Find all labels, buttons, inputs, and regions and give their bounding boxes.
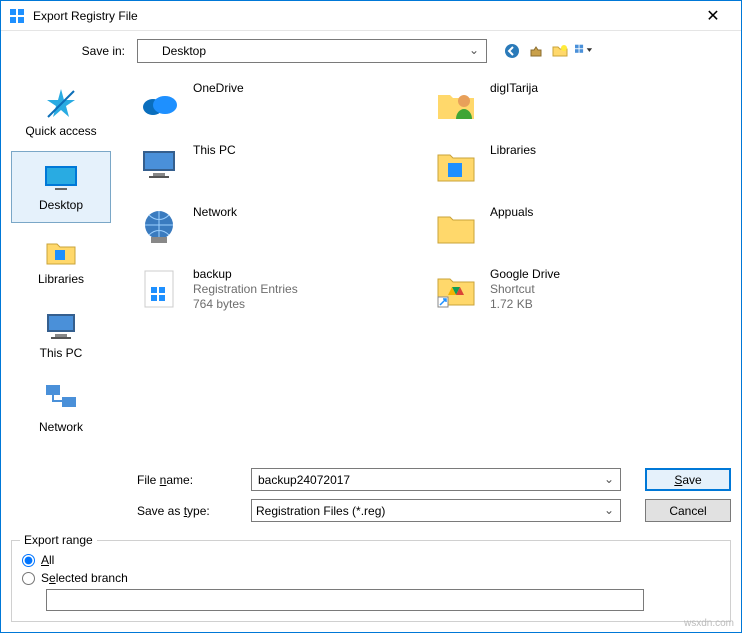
network-icon [41,380,81,420]
folder-shortcut-icon [434,267,478,311]
item-type: Shortcut [490,282,560,297]
selected-branch-input[interactable] [46,589,644,611]
list-item[interactable]: This PC [137,139,434,201]
list-item[interactable]: Libraries [434,139,731,201]
fields-area: File name: Save Save as type: Registrati… [137,462,731,540]
export-range-legend: Export range [20,533,97,547]
back-icon[interactable] [503,42,521,60]
item-size: 1.72 KB [490,297,560,312]
libraries-icon [434,143,478,187]
save-as-type-value: Registration Files (*.reg) [256,504,385,518]
export-range-selected-branch[interactable]: Selected branch [22,571,720,585]
onedrive-icon [137,81,181,125]
list-item[interactable]: Network [137,201,434,263]
filename-input[interactable] [256,472,616,488]
user-folder-icon [434,81,478,125]
export-range-group: Export range All Selected branch [11,540,731,622]
close-button[interactable]: ✕ [693,1,733,31]
network-globe-icon [137,205,181,249]
export-range-all[interactable]: All [22,553,720,567]
reg-file-icon [137,267,181,311]
list-item[interactable]: digITarija [434,77,731,139]
item-name: Libraries [490,143,536,158]
place-network[interactable]: Network [11,373,111,445]
list-item[interactable]: backup Registration Entries 764 bytes [137,263,434,325]
regedit-icon [9,8,25,24]
cancel-button[interactable]: Cancel [645,499,731,522]
quick-access-icon [41,84,81,124]
this-pc-icon [137,143,181,187]
up-icon[interactable] [527,42,545,60]
place-quick-access[interactable]: Quick access [11,77,111,149]
save-button[interactable]: Save [645,468,731,491]
desktop-icon [41,158,81,198]
place-desktop[interactable]: Desktop [11,151,111,223]
item-name: OneDrive [193,81,244,96]
item-name: backup [193,267,298,282]
place-label: Libraries [38,272,84,286]
libraries-icon [41,232,81,272]
item-type: Registration Entries [193,282,298,297]
save-in-label: Save in: [1,44,131,58]
item-size: 764 bytes [193,297,298,312]
save-as-type-label: Save as type: [137,504,243,518]
file-list[interactable]: OneDrive digITarija This PC Libraries Ne… [137,77,731,462]
list-item[interactable]: OneDrive [137,77,434,139]
list-item[interactable]: Appuals [434,201,731,263]
save-in-select[interactable]: Desktop [137,39,487,63]
new-folder-icon[interactable] [551,42,569,60]
this-pc-icon [41,306,81,346]
item-name: Appuals [490,205,533,220]
place-label: Network [39,420,83,434]
places-bar: Quick access Desktop Libraries This PC N… [1,71,121,540]
filename-label: File name: [137,473,243,487]
list-item[interactable]: Google Drive Shortcut 1.72 KB [434,263,731,325]
file-area: OneDrive digITarija This PC Libraries Ne… [121,71,741,540]
window-title: Export Registry File [33,9,693,23]
item-name: Google Drive [490,267,560,282]
item-name: digITarija [490,81,538,96]
item-name: Network [193,205,237,220]
place-libraries[interactable]: Libraries [11,225,111,297]
dialog-body: Quick access Desktop Libraries This PC N… [1,71,741,540]
radio-selected-branch[interactable] [22,572,35,585]
place-label: This PC [40,346,83,360]
titlebar: Export Registry File ✕ [1,1,741,31]
save-in-combo[interactable]: Desktop [137,39,487,63]
place-this-pc[interactable]: This PC [11,299,111,371]
save-as-type-combo[interactable]: Registration Files (*.reg) [251,499,621,522]
filename-combo[interactable] [251,468,621,491]
folder-icon [434,205,478,249]
attribution-text: wsxdn.com [684,618,734,629]
place-label: Desktop [39,198,83,212]
radio-all[interactable] [22,554,35,567]
save-in-row: Save in: Desktop [1,31,741,71]
view-menu-icon[interactable] [575,42,593,60]
place-label: Quick access [25,124,96,138]
item-name: This PC [193,143,236,158]
